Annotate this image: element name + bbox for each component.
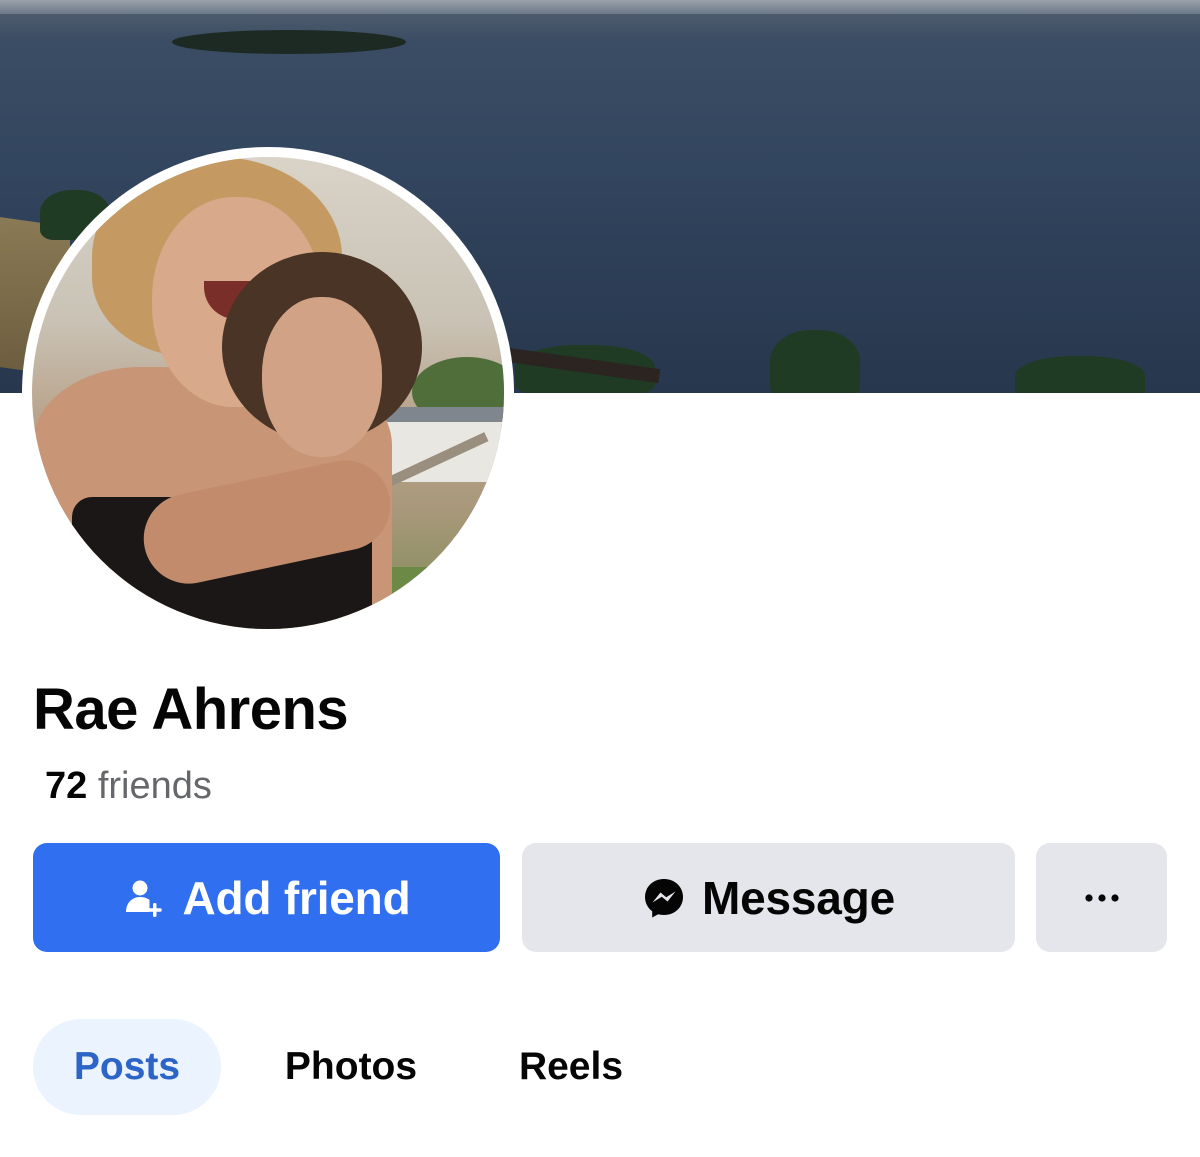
tab-posts[interactable]: Posts	[33, 1019, 221, 1115]
ellipsis-icon	[1084, 893, 1120, 903]
cover-tree	[1015, 356, 1145, 393]
tab-photos[interactable]: Photos	[253, 1019, 449, 1115]
friends-label: friends	[97, 765, 212, 807]
more-options-button[interactable]	[1036, 843, 1167, 952]
message-button[interactable]: Message	[522, 843, 1015, 952]
friends-summary[interactable]: 72 friends	[45, 763, 212, 809]
add-friend-icon	[123, 876, 167, 920]
cover-island	[172, 30, 406, 54]
cover-sky	[0, 0, 1200, 14]
messenger-icon	[642, 876, 686, 920]
tab-reels[interactable]: Reels	[490, 1019, 652, 1115]
friends-count: 72	[45, 765, 88, 807]
message-label: Message	[702, 871, 895, 924]
add-friend-label: Add friend	[182, 871, 411, 924]
add-friend-button[interactable]: Add friend	[33, 843, 500, 952]
profile-picture[interactable]	[32, 157, 504, 629]
cover-tree	[770, 330, 860, 393]
profile-name: Rae Ahrens	[33, 677, 349, 742]
avatar-person-face	[262, 297, 382, 457]
